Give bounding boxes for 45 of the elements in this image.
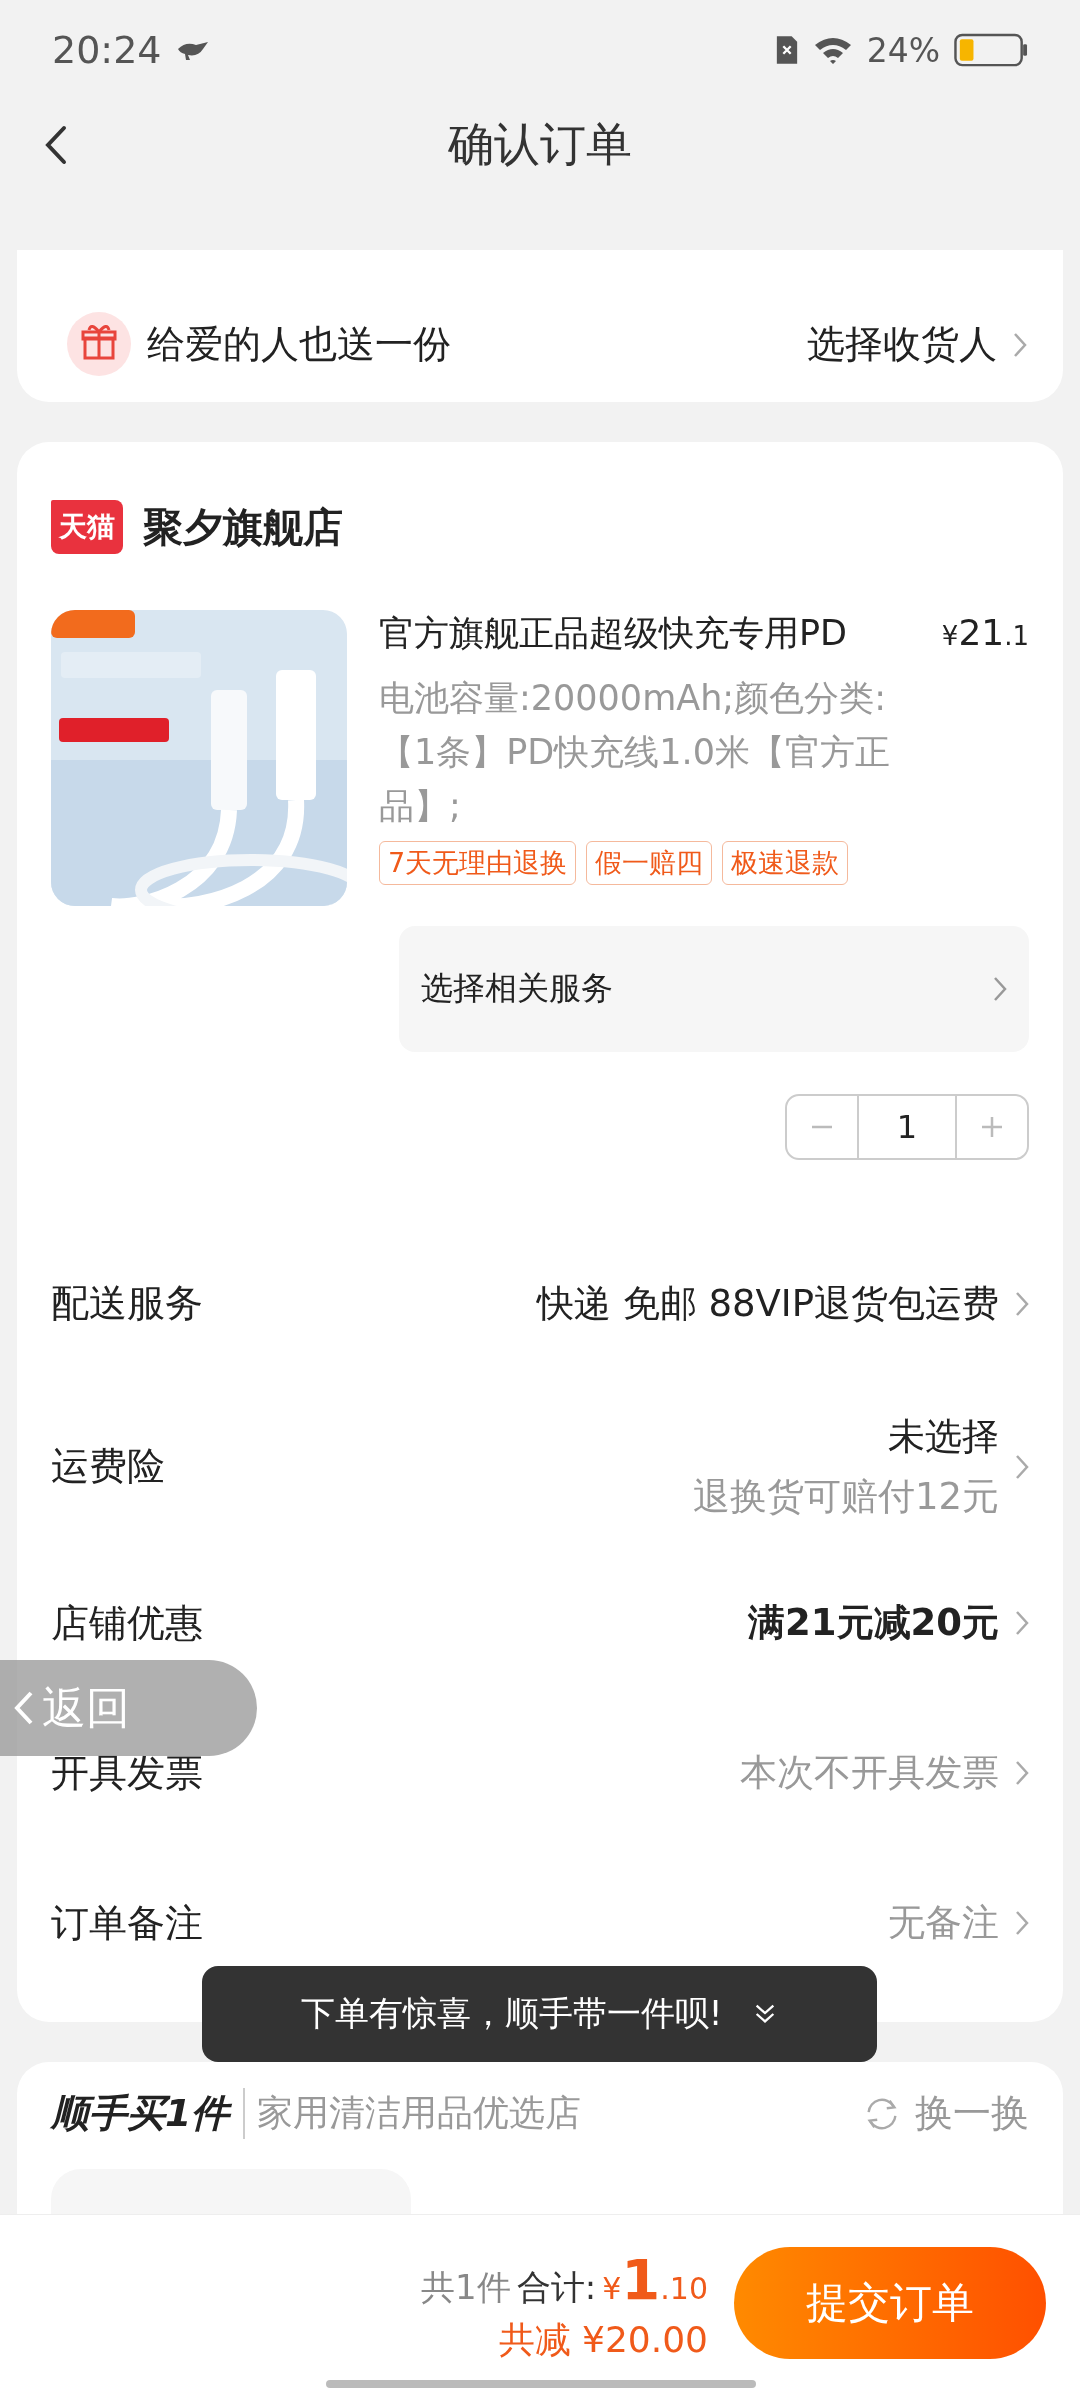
chevron-right-icon (1015, 1760, 1029, 1786)
battery-icon (954, 33, 1028, 67)
chevron-right-icon (1015, 1453, 1029, 1480)
gift-card[interactable]: 给爱的人也送一份 选择收货人 (17, 250, 1063, 402)
battery-percent: 24% (866, 30, 940, 70)
back-icon[interactable] (44, 125, 68, 165)
page-title: 确认订单 (448, 116, 632, 173)
option-label: 订单备注 (51, 1899, 203, 1947)
product-title[interactable]: 官方旗舰正品超级快充专用PD (379, 610, 934, 657)
total-label: 合计: (516, 2266, 597, 2309)
store-name[interactable]: 聚夕旗舰店 (143, 499, 343, 555)
service-tag: 7天无理由退换 (379, 841, 577, 885)
service-selector[interactable]: 选择相关服务 (399, 926, 1029, 1052)
bird-icon (175, 39, 210, 61)
service-tag: 假一赔四 (586, 841, 713, 885)
total-price: ¥1.10 (602, 2247, 708, 2312)
product-spec: 电池容量:20000mAh;颜色分类:【1条】PD快充线1.0米【官方正品】; (379, 677, 891, 828)
service-tag: 极速退款 (722, 841, 849, 885)
option-label: 店铺优惠 (51, 1599, 203, 1647)
option-label: 配送服务 (51, 1280, 203, 1327)
option-value: 快递 免邮 88VIP退货包运费 (536, 1280, 999, 1327)
option-label: 运费险 (51, 1443, 165, 1490)
recommend-title: 顺手买1件 (51, 2088, 246, 2139)
chevron-right-icon (1015, 1610, 1029, 1636)
quantity-field[interactable]: 1 (857, 1096, 957, 1158)
store-badge: 天猫 (51, 500, 123, 554)
gift-icon (67, 312, 131, 376)
chevron-right-icon (1015, 1910, 1029, 1936)
option-value: 未选择 (888, 1413, 999, 1460)
option-value: 本次不开具发票 (740, 1750, 999, 1796)
chevron-right-icon (1013, 332, 1027, 358)
chevron-left-icon (14, 1690, 34, 1726)
option-value: 无备注 (888, 1900, 999, 1946)
item-count: 共1件 (421, 2266, 511, 2309)
product-price: ¥21.1 (941, 612, 1029, 653)
option-value: 满21元减20元 (748, 1600, 999, 1646)
promo-toast[interactable]: 下单有惊喜，顺手带一件呗! (202, 1966, 877, 2062)
discount-total: 共减 ¥20.00 (498, 2318, 708, 2362)
chevron-right-icon (1015, 1290, 1029, 1317)
choose-recipient-link[interactable]: 选择收货人 (807, 312, 997, 376)
chevron-right-icon (993, 976, 1007, 1002)
option-note: 退换货可赔付12元 (692, 1473, 999, 1520)
gift-label: 给爱的人也送一份 (147, 321, 451, 368)
status-time: 20:24 (52, 28, 162, 72)
sim-icon (774, 34, 799, 66)
